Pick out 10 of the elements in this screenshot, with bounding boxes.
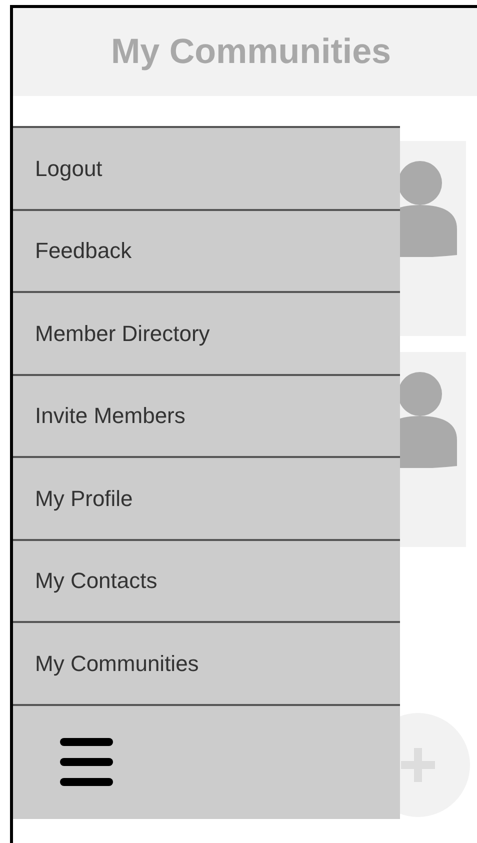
menu-item[interactable]: Invite Members	[13, 374, 400, 456]
menu-item[interactable]: My Profile	[13, 456, 400, 538]
menu-item[interactable]: Member Directory	[13, 291, 400, 374]
menu-item[interactable]: Feedback	[13, 208, 400, 291]
menu-item[interactable]: Logout	[13, 126, 400, 208]
plus-icon	[401, 748, 435, 782]
page-title: My Communities	[110, 30, 392, 73]
menu-icon[interactable]	[60, 738, 113, 786]
menu-item[interactable]: My Communities	[13, 621, 400, 704]
menu-item[interactable]: My Contacts	[13, 538, 400, 621]
